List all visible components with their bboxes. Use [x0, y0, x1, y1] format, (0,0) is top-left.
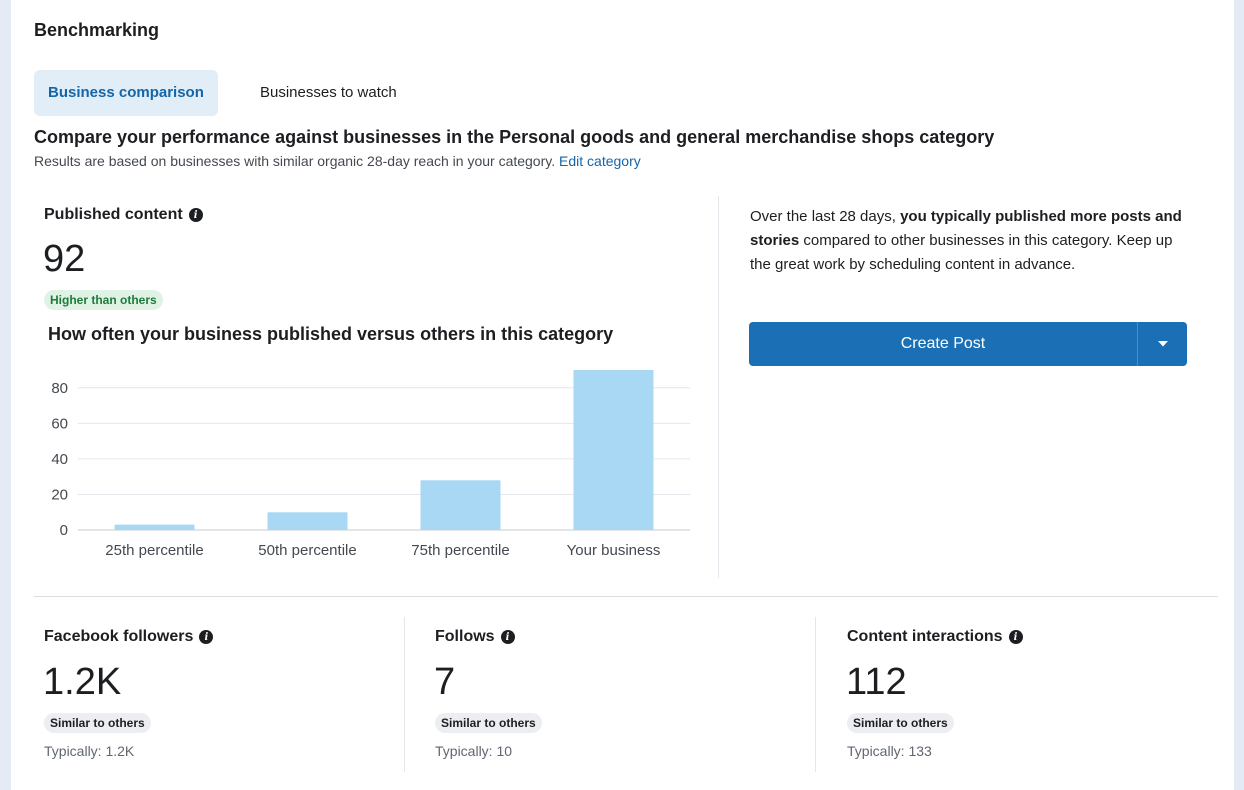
bar[interactable]: [267, 512, 348, 530]
create-post-dropdown-button[interactable]: [1138, 322, 1187, 366]
horizontal-divider: [34, 596, 1218, 597]
column-divider: [815, 617, 816, 772]
caret-down-icon: [1157, 341, 1168, 347]
create-post-split-button: Create Post: [749, 322, 1187, 366]
published-content-value: 92: [43, 238, 86, 280]
x-tick-label: 25th percentile: [105, 542, 203, 559]
insight-suffix: compared to other businesses in this cat…: [750, 232, 1173, 273]
content-interactions-typical: Typically: 133: [847, 743, 932, 759]
edit-category-link[interactable]: Edit category: [559, 153, 641, 169]
follows-badge: Similar to others: [435, 713, 542, 733]
content-interactions-value: 112: [846, 661, 907, 703]
y-tick-label: 40: [51, 451, 68, 468]
info-icon[interactable]: i: [1008, 630, 1023, 644]
facebook-followers-label-text: Facebook followers: [44, 628, 194, 645]
y-tick-label: 80: [51, 380, 68, 397]
comparison-subtext: Results are based on businesses with sim…: [34, 153, 641, 169]
chart-bars: [114, 370, 654, 530]
content-interactions-label: Content interactions i: [847, 628, 1023, 646]
facebook-followers-label: Facebook followers i: [44, 628, 214, 646]
comparison-heading: Compare your performance against busines…: [34, 127, 995, 147]
insight-text: Over the last 28 days, you typically pub…: [750, 205, 1190, 277]
vertical-divider: [718, 196, 719, 578]
y-tick-label: 20: [51, 486, 68, 503]
tab-business-comparison[interactable]: Business comparison: [34, 70, 218, 116]
y-tick-label: 60: [51, 415, 68, 432]
info-icon[interactable]: i: [500, 630, 515, 644]
content-interactions-badge: Similar to others: [847, 713, 954, 733]
published-content-badge: Higher than others: [44, 290, 163, 310]
follows-label-text: Follows: [435, 628, 495, 645]
bar[interactable]: [420, 480, 501, 530]
follows-value: 7: [434, 661, 456, 703]
published-bar-chart: 0 20 40 60 80 25th percentile 50th percentile…: [51, 370, 690, 559]
x-tick-label: Your business: [567, 542, 661, 559]
section-title: Benchmarking: [34, 20, 160, 40]
content-interactions-label-text: Content interactions: [847, 628, 1003, 645]
follows-label: Follows i: [435, 628, 515, 646]
chart-title: How often your business published versus…: [48, 324, 614, 344]
bar[interactable]: [573, 370, 654, 530]
column-divider: [404, 617, 405, 772]
chart-y-ticks: 0 20 40 60 80: [51, 380, 68, 539]
facebook-followers-value: 1.2K: [43, 661, 122, 703]
tab-businesses-to-watch[interactable]: Businesses to watch: [246, 70, 411, 116]
follows-typical: Typically: 10: [435, 743, 513, 759]
info-icon[interactable]: i: [199, 630, 214, 644]
x-tick-label: 50th percentile: [258, 542, 356, 559]
bar[interactable]: [114, 524, 195, 530]
y-tick-label: 0: [60, 522, 68, 539]
left-panel-edge: [0, 0, 11, 790]
info-icon[interactable]: i: [188, 208, 203, 222]
subtext-body: Results are based on businesses with sim…: [34, 153, 556, 169]
chart-x-labels: 25th percentile 50th percentile 75th perce…: [105, 542, 660, 559]
right-panel-edge: [1234, 0, 1244, 790]
facebook-followers-typical: Typically: 1.2K: [44, 743, 135, 759]
create-post-button[interactable]: Create Post: [749, 322, 1137, 366]
published-content-label: Published content i: [44, 206, 203, 224]
x-tick-label: 75th percentile: [411, 542, 509, 559]
published-content-label-text: Published content: [44, 206, 183, 223]
insight-prefix: Over the last 28 days,: [750, 208, 896, 225]
facebook-followers-badge: Similar to others: [44, 713, 151, 733]
